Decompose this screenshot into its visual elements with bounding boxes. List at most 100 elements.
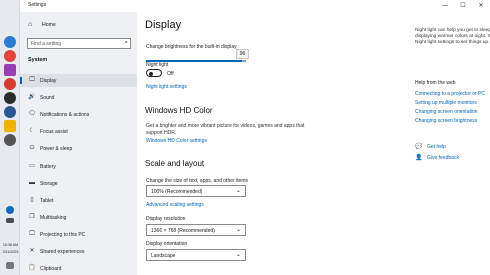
multitasking-icon: ❐ — [29, 214, 35, 220]
settings-window: Settings — ☐ ✕ ⌂ Home Find a setting ⌕ S… — [20, 0, 490, 275]
get-help[interactable]: 💬 Get help — [415, 143, 490, 151]
night-light-settings-link[interactable]: Night light settings — [146, 84, 187, 90]
nav-item-label: Tablet — [40, 198, 54, 204]
nav-item-label: Notifications & actions — [40, 112, 90, 118]
nav-item-label: Display — [40, 78, 57, 84]
clock-date[interactable]: 3/11/2023 — [1, 250, 20, 254]
taskbar: 10:36 AM 3/11/2023 — [0, 0, 20, 275]
nav-item-shared-experiences[interactable]: ✕ Shared experiences — [20, 245, 137, 258]
nav-item-label: Storage — [40, 181, 58, 187]
give-feedback-link[interactable]: Give feedback — [427, 155, 459, 161]
app-icon-b[interactable] — [4, 78, 16, 90]
hd-color-settings-link[interactable]: Windows HD Color settings — [146, 138, 207, 144]
nav-item-label: Battery — [40, 164, 56, 170]
resolution-dropdown[interactable]: 1366 × 768 (Recommended) ⌄ — [146, 224, 246, 236]
nav-item-label: Multitasking — [40, 215, 67, 221]
scale-layout-heading: Scale and layout — [145, 159, 205, 168]
settings-nav: ⌂ Home Find a setting ⌕ System 🖵 Display… — [20, 12, 137, 275]
chevron-down-icon: ⌄ — [235, 188, 241, 194]
nav-item-multitasking[interactable]: ❐ Multitasking — [20, 211, 137, 224]
night-light-toggle[interactable] — [146, 69, 162, 77]
chrome-icon[interactable] — [4, 50, 16, 62]
help-link-projector[interactable]: Connecting to a projector or PC — [415, 91, 485, 97]
power-icon: ⏻ — [29, 145, 35, 151]
give-feedback[interactable]: 👤 Give feedback — [415, 154, 490, 162]
titlebar: Settings — ☐ ✕ — [20, 0, 490, 12]
help-link-orientation[interactable]: Changing screen orientation — [415, 109, 478, 115]
nav-item-tablet[interactable]: ▯ Tablet — [20, 194, 137, 207]
orientation-dropdown[interactable]: Landscape ⌄ — [146, 249, 246, 261]
orientation-value: Landscape — [151, 253, 176, 259]
main-content: Display Change brightness for the built-… — [137, 12, 490, 275]
nav-item-label: Focus assist — [40, 129, 68, 135]
nav-item-focus-assist[interactable]: ☾ Focus assist — [20, 125, 137, 138]
minimize-button[interactable]: — — [438, 1, 452, 11]
brightness-label: Change brightness for the built-in displ… — [146, 44, 237, 50]
window-title: Settings — [28, 2, 47, 8]
nav-home-label: Home — [42, 22, 56, 28]
feedback-icon: 👤 — [415, 155, 423, 161]
settings-icon[interactable] — [4, 134, 16, 146]
search-icon[interactable]: ⌕ — [124, 39, 128, 47]
help-title: Help from the web — [415, 80, 456, 86]
app-icon-a[interactable] — [4, 64, 16, 76]
maximize-button[interactable]: ☐ — [456, 1, 470, 11]
battery-icon: ▭ — [29, 163, 35, 169]
media-icon[interactable] — [4, 92, 16, 104]
help-icon[interactable] — [6, 206, 14, 214]
nav-item-label: Shared experiences — [40, 249, 85, 255]
nav-item-notifications[interactable]: 🗨 Notifications & actions — [20, 108, 137, 121]
search-box[interactable]: Find a setting ⌕ — [27, 38, 131, 49]
clipboard-icon: 📋 — [28, 265, 36, 271]
help-link-multiple-monitors[interactable]: Setting up multiple monitors — [415, 100, 477, 106]
display-icon: 🖵 — [29, 77, 35, 83]
resolution-value: 1366 × 768 (Recommended) — [151, 228, 215, 234]
nav-item-projecting[interactable]: 🖵 Projecting to this PC — [20, 228, 137, 241]
word-icon[interactable] — [4, 106, 16, 118]
chevron-down-icon: ⌄ — [235, 227, 241, 233]
shared-experiences-icon: ✕ — [29, 248, 35, 254]
sound-icon: 🔊 — [28, 94, 36, 100]
nav-item-clipboard[interactable]: 📋 Clipboard — [20, 262, 137, 275]
nav-item-storage[interactable]: ▬ Storage — [20, 177, 137, 190]
page-title: Display — [145, 19, 182, 31]
nav-item-label: Projecting to this PC — [40, 232, 86, 238]
get-help-link[interactable]: Get help — [427, 144, 446, 150]
search-input[interactable]: Find a setting — [31, 41, 61, 47]
orientation-label: Display orientation — [146, 241, 188, 247]
moon-icon: ☾ — [29, 128, 35, 134]
resolution-label: Display resolution — [146, 216, 186, 222]
storage-icon: ▬ — [29, 180, 35, 186]
tablet-icon: ▯ — [30, 197, 34, 203]
notification-icon[interactable] — [6, 262, 14, 269]
folder-icon[interactable] — [4, 120, 16, 132]
edge-icon[interactable] — [4, 36, 16, 48]
network-icon[interactable] — [6, 218, 14, 223]
nav-item-label: Clipboard — [40, 266, 62, 272]
scale-value: 100% (Recommended) — [151, 189, 203, 195]
notifications-icon: 🗨 — [28, 111, 36, 117]
chat-icon: 💬 — [415, 144, 423, 150]
nav-item-display[interactable]: 🖵 Display — [20, 74, 137, 87]
nav-item-sound[interactable]: 🔊 Sound — [20, 91, 137, 104]
brightness-tooltip: 96 — [236, 49, 249, 59]
nav-item-label: Power & sleep — [40, 146, 73, 152]
hd-color-heading: Windows HD Color — [145, 106, 213, 115]
nav-section-title: System — [28, 57, 48, 63]
night-light-description: Night light can help you get to sleep by… — [415, 28, 490, 45]
hd-color-description: Get a brighter and more vibrant picture … — [146, 123, 305, 136]
help-link-brightness[interactable]: Changing screen brightness — [415, 118, 477, 124]
close-button[interactable]: ✕ — [474, 1, 488, 11]
scale-dropdown[interactable]: 100% (Recommended) ⌄ — [146, 185, 246, 197]
nav-item-label: Sound — [40, 95, 55, 101]
nav-home[interactable]: ⌂ Home — [28, 20, 128, 32]
advanced-scaling-link[interactable]: Advanced scaling settings — [146, 202, 204, 208]
chevron-down-icon: ⌄ — [235, 252, 241, 258]
projecting-icon: 🖵 — [29, 231, 35, 237]
nav-item-battery[interactable]: ▭ Battery — [20, 160, 137, 173]
clock-time[interactable]: 10:36 AM — [1, 243, 20, 247]
home-icon: ⌂ — [28, 21, 33, 28]
nav-item-power[interactable]: ⏻ Power & sleep — [20, 142, 137, 155]
scale-label: Change the size of text, apps, and other… — [146, 178, 249, 184]
night-light-label: Night light — [146, 62, 169, 68]
